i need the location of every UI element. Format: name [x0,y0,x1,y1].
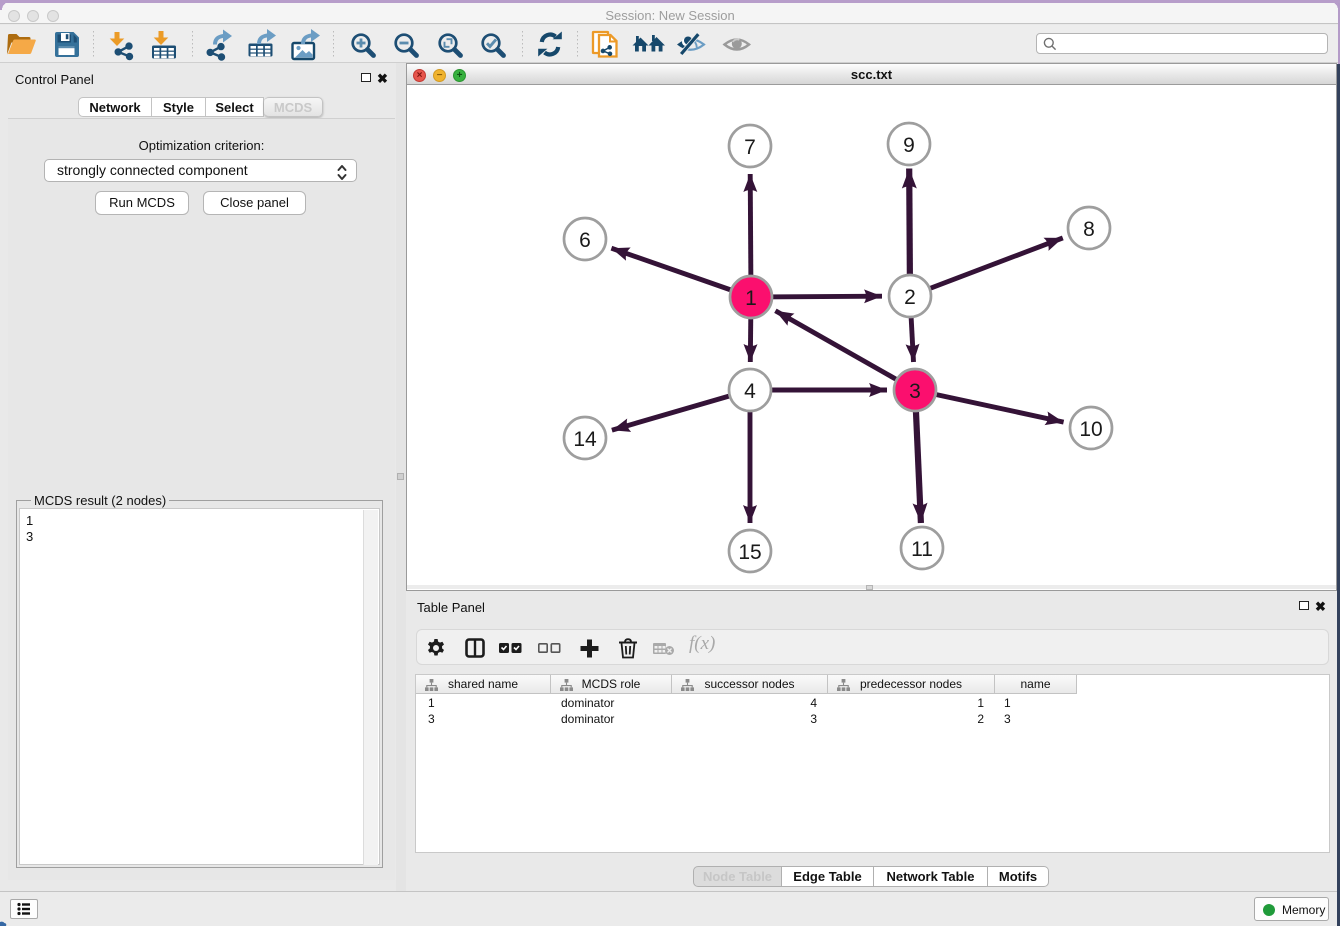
svg-text:10: 10 [1079,418,1102,441]
svg-text:7: 7 [744,136,756,159]
svg-text:8: 8 [1083,218,1095,241]
svg-text:15: 15 [738,541,761,564]
svg-text:1: 1 [745,287,757,310]
svg-text:2: 2 [904,286,916,309]
svg-text:9: 9 [903,134,915,157]
svg-text:14: 14 [573,428,597,451]
svg-text:3: 3 [909,380,921,403]
svg-text:6: 6 [579,229,591,252]
svg-text:11: 11 [911,538,933,561]
svg-text:4: 4 [744,380,756,403]
